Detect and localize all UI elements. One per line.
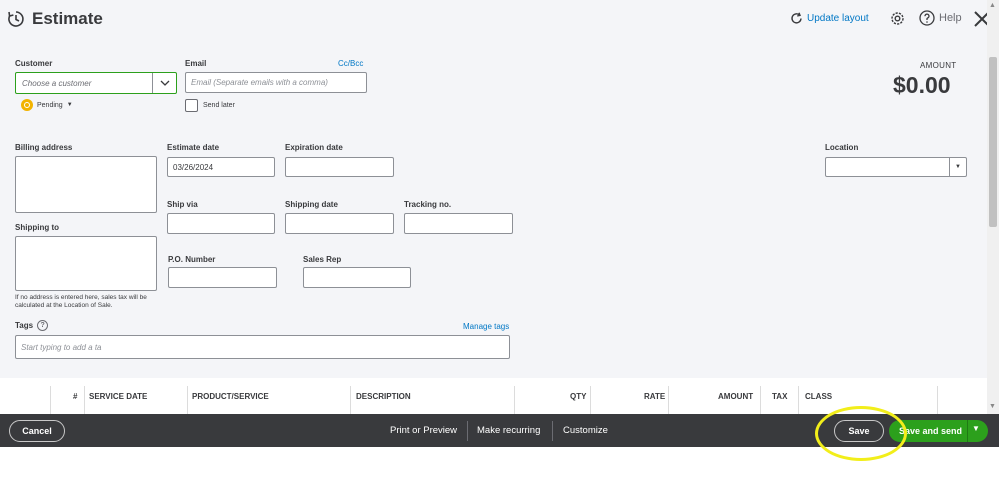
column-divider — [187, 386, 188, 414]
location-select[interactable]: ▼ — [825, 157, 967, 177]
column-header-tax: TAX — [772, 392, 788, 401]
column-divider — [590, 386, 591, 414]
column-divider — [514, 386, 515, 414]
ship-via-label: Ship via — [167, 200, 198, 209]
caret-down-icon[interactable]: ▼ — [949, 158, 966, 176]
po-number-field[interactable] — [168, 267, 277, 288]
column-header-description: DESCRIPTION — [356, 392, 411, 401]
email-placeholder: Email (Separate emails with a comma) — [191, 78, 328, 87]
estimate-page: Estimate Update layout Help Customer Cho… — [0, 0, 999, 477]
billing-address-field[interactable] — [15, 156, 157, 213]
estimate-date-value: 03/26/2024 — [173, 162, 214, 172]
column-header-number: # — [73, 392, 78, 401]
scroll-down-icon[interactable]: ▼ — [989, 403, 996, 410]
email-label: Email — [185, 59, 207, 68]
column-header-amount: AMOUNT — [718, 392, 754, 401]
estimate-form: Estimate Update layout Help Customer Cho… — [0, 0, 990, 378]
chevron-down-icon[interactable] — [152, 73, 176, 93]
refresh-icon — [791, 12, 802, 24]
billing-address-label: Billing address — [15, 143, 73, 152]
column-divider — [798, 386, 799, 414]
po-number-label: P.O. Number — [168, 255, 216, 264]
column-divider — [668, 386, 669, 414]
send-later-checkbox[interactable] — [185, 99, 198, 112]
tags-label: Tags — [15, 321, 34, 330]
scrollbar-thumb[interactable] — [989, 57, 997, 227]
print-preview-button[interactable]: Print or Preview — [390, 425, 457, 436]
send-later-label: Send later — [203, 102, 235, 109]
column-divider — [937, 386, 938, 414]
location-label: Location — [825, 143, 859, 152]
pending-icon — [21, 99, 33, 111]
column-header-product-service: PRODUCT/SERVICE — [192, 392, 269, 401]
cancel-button[interactable]: Cancel — [9, 420, 65, 442]
column-header-qty: QTY — [570, 392, 587, 401]
help-button[interactable]: Help — [919, 10, 962, 26]
expiration-date-field[interactable] — [285, 157, 394, 177]
footer-divider — [552, 421, 553, 441]
recent-history-icon[interactable] — [7, 10, 25, 28]
update-layout-link[interactable]: Update layout — [790, 12, 869, 25]
column-header-class: CLASS — [805, 392, 833, 401]
help-icon — [919, 10, 935, 26]
customize-button[interactable]: Customize — [563, 425, 608, 436]
caret-down-icon: ▼ — [66, 102, 73, 108]
estimate-date-field[interactable]: 03/26/2024 — [167, 157, 275, 177]
help-icon[interactable]: ? — [37, 320, 49, 331]
status-badge[interactable]: Pending ▼ — [21, 99, 73, 111]
caret-down-icon[interactable]: ▼ — [972, 424, 980, 433]
column-header-service-date: SERVICE DATE — [89, 392, 148, 401]
customer-select[interactable]: Choose a customer — [15, 72, 177, 94]
column-header-rate: RATE — [644, 392, 666, 401]
footer-divider — [467, 421, 468, 441]
tags-input[interactable]: Start typing to add a ta — [15, 335, 510, 359]
highlight-circle — [815, 406, 907, 461]
tracking-no-label: Tracking no. — [404, 200, 452, 209]
column-divider — [84, 386, 85, 414]
sales-rep-label: Sales Rep — [303, 255, 342, 264]
manage-tags-link[interactable]: Manage tags — [463, 322, 509, 331]
shipping-date-field[interactable] — [285, 213, 394, 234]
column-divider — [50, 386, 51, 414]
status-label: Pending — [37, 101, 63, 109]
split-button-divider — [967, 420, 968, 442]
cc-bcc-link[interactable]: Cc/Bcc — [338, 59, 363, 68]
customer-label: Customer — [15, 59, 53, 68]
shipping-to-label: Shipping to — [15, 223, 59, 232]
ship-via-field[interactable] — [167, 213, 275, 234]
expiration-date-label: Expiration date — [285, 143, 343, 152]
save-and-send-label: Save and send — [899, 426, 963, 436]
shipping-date-label: Shipping date — [285, 200, 338, 209]
page-title: Estimate — [32, 9, 103, 28]
column-divider — [760, 386, 761, 414]
update-layout-label: Update layout — [807, 13, 869, 24]
sales-rep-field[interactable] — [303, 267, 411, 288]
shipping-to-field[interactable] — [15, 236, 157, 291]
amount-value: $0.00 — [893, 72, 951, 98]
column-divider — [350, 386, 351, 414]
tags-placeholder: Start typing to add a ta — [21, 342, 102, 352]
email-field[interactable]: Email (Separate emails with a comma) — [185, 72, 367, 93]
amount-label: AMOUNT — [920, 61, 957, 70]
gear-icon[interactable] — [889, 10, 906, 27]
scroll-up-icon[interactable]: ▲ — [989, 2, 996, 9]
estimate-date-label: Estimate date — [167, 143, 220, 152]
help-label: Help — [939, 12, 962, 24]
make-recurring-button[interactable]: Make recurring — [477, 425, 540, 436]
customer-placeholder: Choose a customer — [22, 79, 92, 88]
tracking-no-field[interactable] — [404, 213, 513, 234]
vertical-scrollbar[interactable]: ▲ ▼ — [987, 0, 999, 414]
address-note: If no address is entered here, sales tax… — [15, 294, 147, 309]
tags-label-group: Tags ? — [15, 320, 49, 331]
